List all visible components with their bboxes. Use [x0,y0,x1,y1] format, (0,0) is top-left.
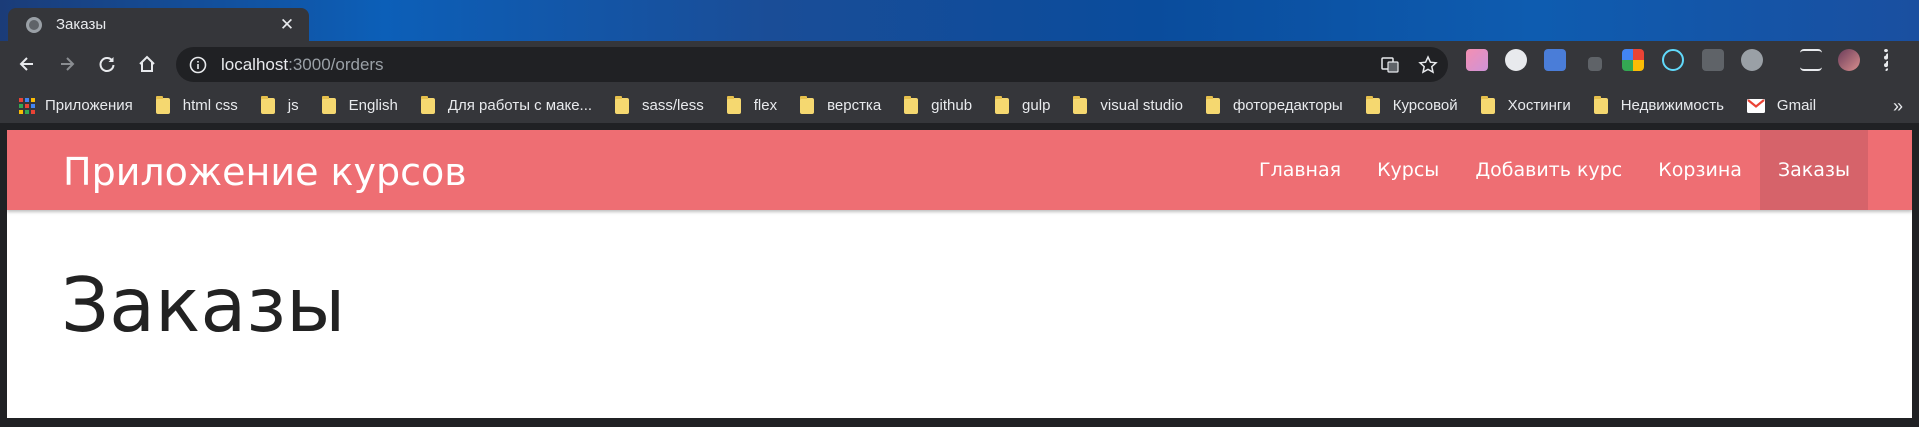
page-viewport: Приложение курсов Главная Курсы Добавить… [7,130,1912,418]
bookmark-apps[interactable]: Приложения [19,97,133,114]
bookmark-label: gulp [1022,97,1051,114]
bookmark-folder[interactable]: html css [155,95,238,114]
folder-icon [726,95,741,114]
bookmark-folder[interactable]: Недвижимость [1593,95,1724,114]
arrow-right-icon [61,57,75,71]
extension-circle-icon[interactable] [1741,49,1763,71]
avatar[interactable] [1838,49,1860,71]
tab-title: Заказы [56,16,107,33]
nav-link-home[interactable]: Главная [1241,130,1359,210]
folder-icon [155,95,170,114]
tab-strip: Заказы ✕ [0,0,1919,41]
bookmark-label: English [348,97,398,114]
bookmark-label: Курсовой [1392,97,1458,114]
nav-link-add-course[interactable]: Добавить курс [1457,130,1640,210]
bookmark-label: github [931,97,973,114]
media-controls-icon[interactable] [1800,49,1822,71]
url-host: localhost [221,54,289,74]
translate-icon[interactable] [1380,55,1400,75]
browser-tab[interactable]: Заказы ✕ [8,8,309,41]
bookmark-folder[interactable]: visual studio [1073,95,1183,114]
bookmark-folder[interactable]: js [260,95,299,114]
back-button[interactable] [12,49,42,79]
bookmark-label: flex [753,97,778,114]
address-bar[interactable]: localhost:3000/orders [176,47,1448,82]
folder-icon [800,95,815,114]
nav-link-courses[interactable]: Курсы [1359,130,1457,210]
folder-icon [260,95,275,114]
menu-dots-icon[interactable] [1884,49,1888,71]
folder-icon [995,95,1010,114]
home-icon [139,55,155,72]
bookmark-label: Хостинги [1507,97,1571,114]
info-icon[interactable] [189,56,207,74]
app-navbar: Приложение курсов Главная Курсы Добавить… [7,130,1912,210]
bookmark-folder[interactable]: Для работы с маке... [420,95,593,114]
bookmarks-bar: Приложения html css js English Для работ… [0,88,1919,123]
apps-grid-icon [19,97,35,114]
extension-chat-icon[interactable] [1505,49,1527,71]
bookmark-label: html css [182,97,238,114]
bookmark-label: visual studio [1100,97,1183,114]
extension-box-icon[interactable] [1702,49,1724,71]
reload-button[interactable] [92,49,122,79]
folder-icon [1480,95,1495,114]
bookmark-label: верстка [827,97,882,114]
folder-icon [1365,95,1380,114]
bookmark-label: фоторедакторы [1232,97,1343,114]
bookmark-label: Для работы с маке... [447,97,593,114]
star-icon[interactable] [1418,54,1438,75]
extension-color-icon[interactable] [1466,49,1488,71]
folder-icon [615,95,630,114]
nav-link-cart[interactable]: Корзина [1640,130,1760,210]
app-brand-link[interactable]: Приложение курсов [63,150,467,194]
bookmark-folder[interactable]: Курсовой [1365,95,1458,114]
extension-eyedropper-icon[interactable] [1588,57,1602,71]
bookmark-folder[interactable]: gulp [995,95,1051,114]
globe-icon [26,16,42,33]
bookmark-folder[interactable]: Хостинги [1480,95,1571,114]
folder-icon [1593,95,1608,114]
gmail-icon [1746,98,1765,113]
bookmark-label: Приложения [45,97,133,114]
close-tab-icon[interactable]: ✕ [277,15,297,35]
bookmark-gmail[interactable]: Gmail [1746,97,1817,114]
bookmark-folder[interactable]: верстка [800,95,882,114]
bookmark-label: Недвижимость [1620,97,1724,114]
extension-translate-icon[interactable] [1544,49,1566,71]
folder-icon [420,95,435,114]
page-title: Заказы [61,261,346,349]
bookmark-folder[interactable]: sass/less [615,95,704,114]
forward-button[interactable] [52,49,82,79]
home-button[interactable] [132,49,162,79]
folder-icon [321,95,336,114]
nav-links: Главная Курсы Добавить курс Корзина Зака… [1241,130,1868,210]
folder-icon [1073,95,1088,114]
reload-icon [99,57,115,72]
nav-link-orders[interactable]: Заказы [1759,130,1868,210]
extension-grid-icon[interactable] [1622,49,1644,71]
bookmark-label: Gmail [1776,97,1817,114]
bookmark-folder[interactable]: github [904,95,973,114]
bookmark-label: sass/less [642,97,704,114]
extension-react-icon[interactable] [1662,49,1684,71]
bookmark-label: js [287,97,299,114]
bookmark-folder[interactable]: English [321,95,398,114]
url-path: :3000/orders [288,54,384,74]
url-text: localhost:3000/orders [221,55,384,75]
bookmark-folder[interactable]: flex [726,95,778,114]
folder-icon [904,95,919,114]
browser-window: Заказы ✕ localhost:3000/orders Приложени… [0,0,1919,427]
bookmarks-more-icon[interactable]: » [1893,96,1903,117]
bookmark-folder[interactable]: фоторедакторы [1205,95,1343,114]
browser-toolbar: localhost:3000/orders [0,41,1919,88]
arrow-left-icon [19,57,33,71]
folder-icon [1205,95,1220,114]
